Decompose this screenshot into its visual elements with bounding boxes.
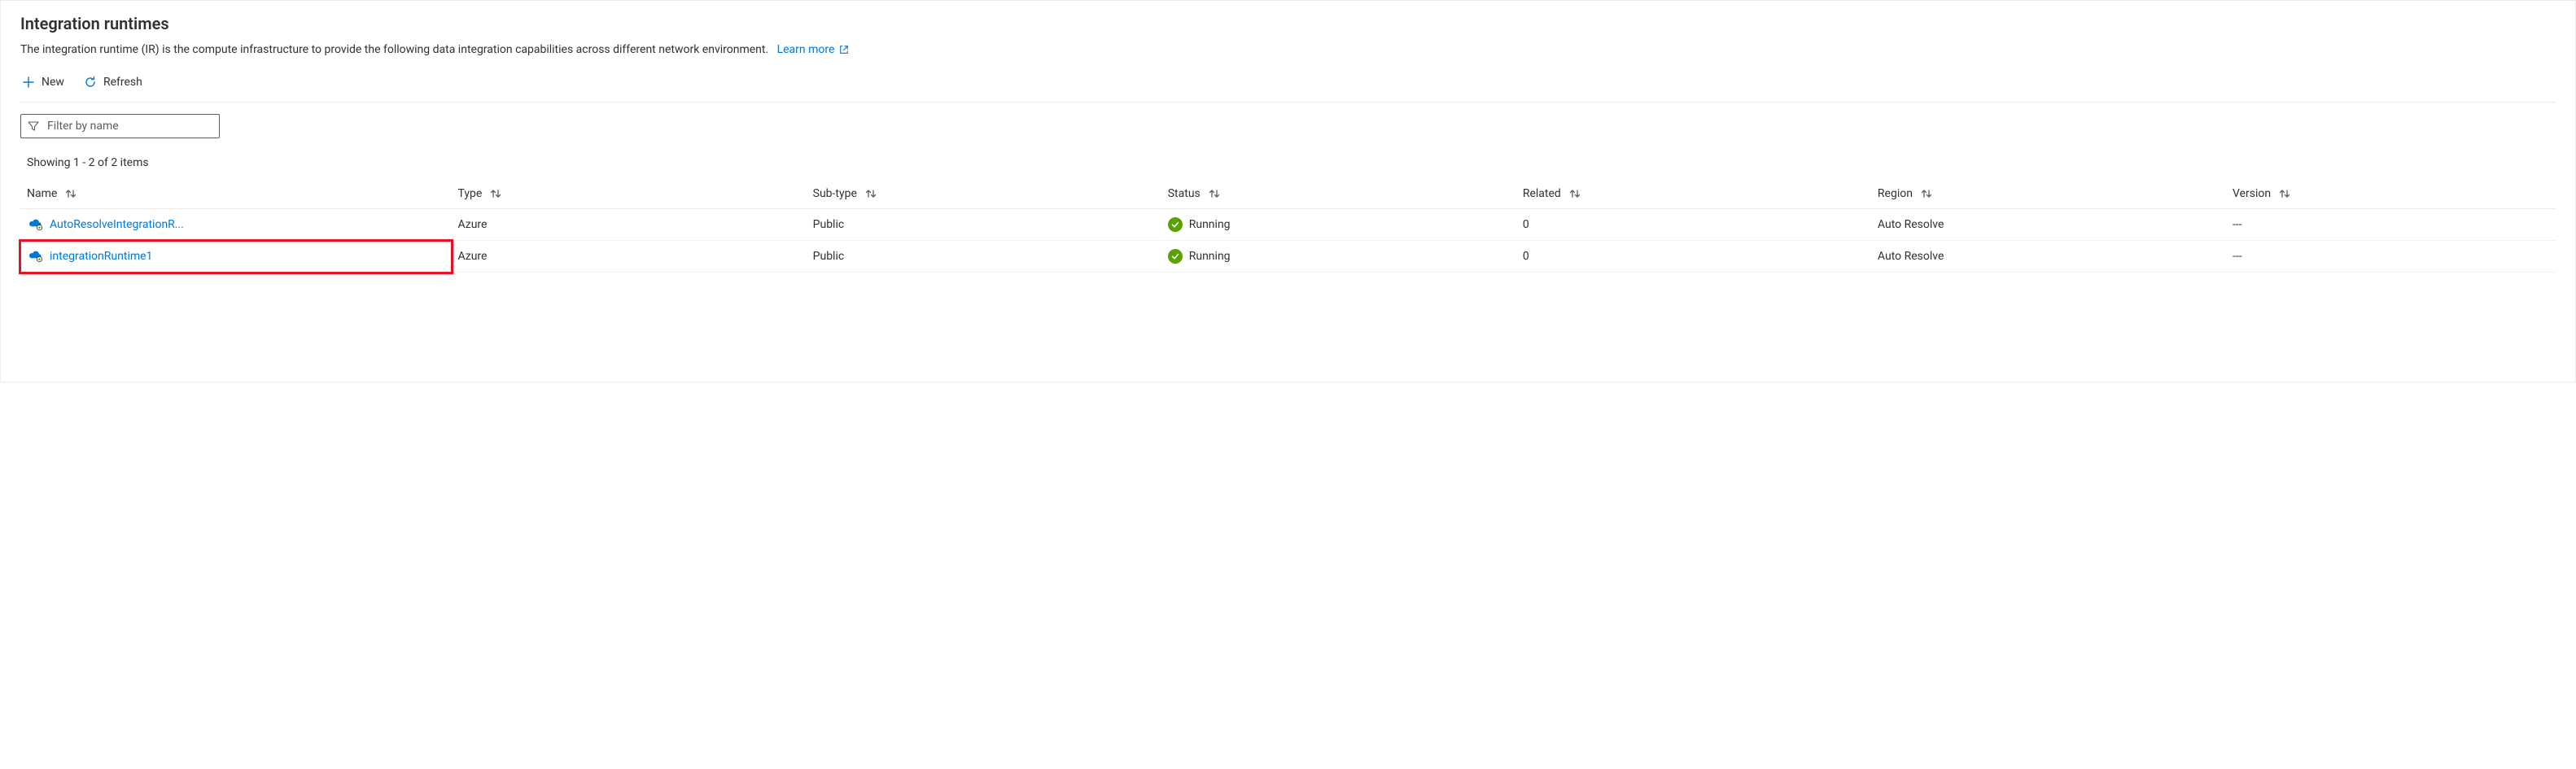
cell-version: --- bbox=[2226, 241, 2556, 273]
toolbar: New Refresh bbox=[20, 71, 2556, 103]
col-header-subtype[interactable]: Sub-type bbox=[807, 179, 1161, 209]
cell-name: AutoResolveIntegrationR... bbox=[20, 209, 452, 241]
learn-more-label: Learn more bbox=[777, 43, 835, 56]
table-header-row: Name Type Sub-type bbox=[20, 179, 2556, 209]
cell-type: Azure bbox=[452, 241, 807, 273]
status-running-icon bbox=[1168, 217, 1183, 232]
sort-icon bbox=[1569, 188, 1581, 199]
integration-runtime-icon bbox=[27, 249, 43, 264]
page-title: Integration runtimes bbox=[20, 14, 2556, 33]
table-row: AutoResolveIntegrationR... AzurePublic Run… bbox=[20, 209, 2556, 241]
col-header-type[interactable]: Type bbox=[452, 179, 807, 209]
sort-icon bbox=[865, 188, 877, 199]
runtimes-table: Name Type Sub-type bbox=[20, 179, 2556, 273]
status-text: Running bbox=[1189, 218, 1231, 231]
runtime-name-link[interactable]: integrationRuntime1 bbox=[50, 250, 152, 263]
runtime-name-link[interactable]: AutoResolveIntegrationR... bbox=[50, 218, 184, 231]
col-header-name[interactable]: Name bbox=[20, 179, 452, 209]
result-count: Showing 1 - 2 of 2 items bbox=[27, 156, 2556, 169]
col-header-related[interactable]: Related bbox=[1516, 179, 1871, 209]
sort-icon bbox=[65, 188, 77, 199]
col-header-status[interactable]: Status bbox=[1161, 179, 1516, 209]
refresh-button[interactable]: Refresh bbox=[82, 72, 144, 92]
cell-name: integrationRuntime1 bbox=[20, 241, 452, 273]
col-header-name-label: Name bbox=[27, 187, 57, 200]
filter-container[interactable] bbox=[20, 114, 220, 138]
filter-input[interactable] bbox=[46, 119, 212, 133]
cell-related: 0 bbox=[1516, 209, 1871, 241]
col-header-subtype-label: Sub-type bbox=[813, 187, 857, 200]
cell-type: Azure bbox=[452, 209, 807, 241]
page-description: The integration runtime (IR) is the comp… bbox=[20, 43, 2556, 56]
new-button[interactable]: New bbox=[20, 72, 66, 92]
table-row: integrationRuntime1 AzurePublic Running 0Au… bbox=[20, 241, 2556, 273]
learn-more-link[interactable]: Learn more bbox=[777, 43, 850, 56]
col-header-related-label: Related bbox=[1523, 187, 1561, 200]
sort-icon bbox=[1209, 188, 1220, 199]
refresh-icon bbox=[84, 76, 97, 89]
cell-subtype: Public bbox=[807, 209, 1161, 241]
plus-icon bbox=[22, 76, 35, 89]
page-description-text: The integration runtime (IR) is the comp… bbox=[20, 43, 768, 56]
col-header-region-label: Region bbox=[1878, 187, 1913, 200]
integration-runtime-icon bbox=[27, 217, 43, 232]
col-header-status-label: Status bbox=[1168, 187, 1201, 200]
cell-status: Running bbox=[1161, 241, 1516, 273]
sort-icon bbox=[1921, 188, 1932, 199]
col-header-version-label: Version bbox=[2233, 187, 2271, 200]
table-body: AutoResolveIntegrationR... AzurePublic Run… bbox=[20, 209, 2556, 273]
sort-icon bbox=[490, 188, 501, 199]
col-header-region[interactable]: Region bbox=[1871, 179, 2226, 209]
sort-icon bbox=[2279, 188, 2290, 199]
status-running-icon bbox=[1168, 249, 1183, 264]
cell-version: --- bbox=[2226, 209, 2556, 241]
col-header-version[interactable]: Version bbox=[2226, 179, 2556, 209]
new-button-label: New bbox=[42, 76, 64, 89]
cell-subtype: Public bbox=[807, 241, 1161, 273]
cell-region: Auto Resolve bbox=[1871, 241, 2226, 273]
cell-status: Running bbox=[1161, 209, 1516, 241]
external-link-icon bbox=[839, 45, 849, 55]
cell-region: Auto Resolve bbox=[1871, 209, 2226, 241]
status-text: Running bbox=[1189, 250, 1231, 263]
filter-icon bbox=[28, 120, 39, 132]
col-header-type-label: Type bbox=[458, 187, 483, 200]
refresh-button-label: Refresh bbox=[103, 76, 142, 89]
cell-related: 0 bbox=[1516, 241, 1871, 273]
integration-runtimes-panel: Integration runtimes The integration run… bbox=[0, 0, 2576, 382]
